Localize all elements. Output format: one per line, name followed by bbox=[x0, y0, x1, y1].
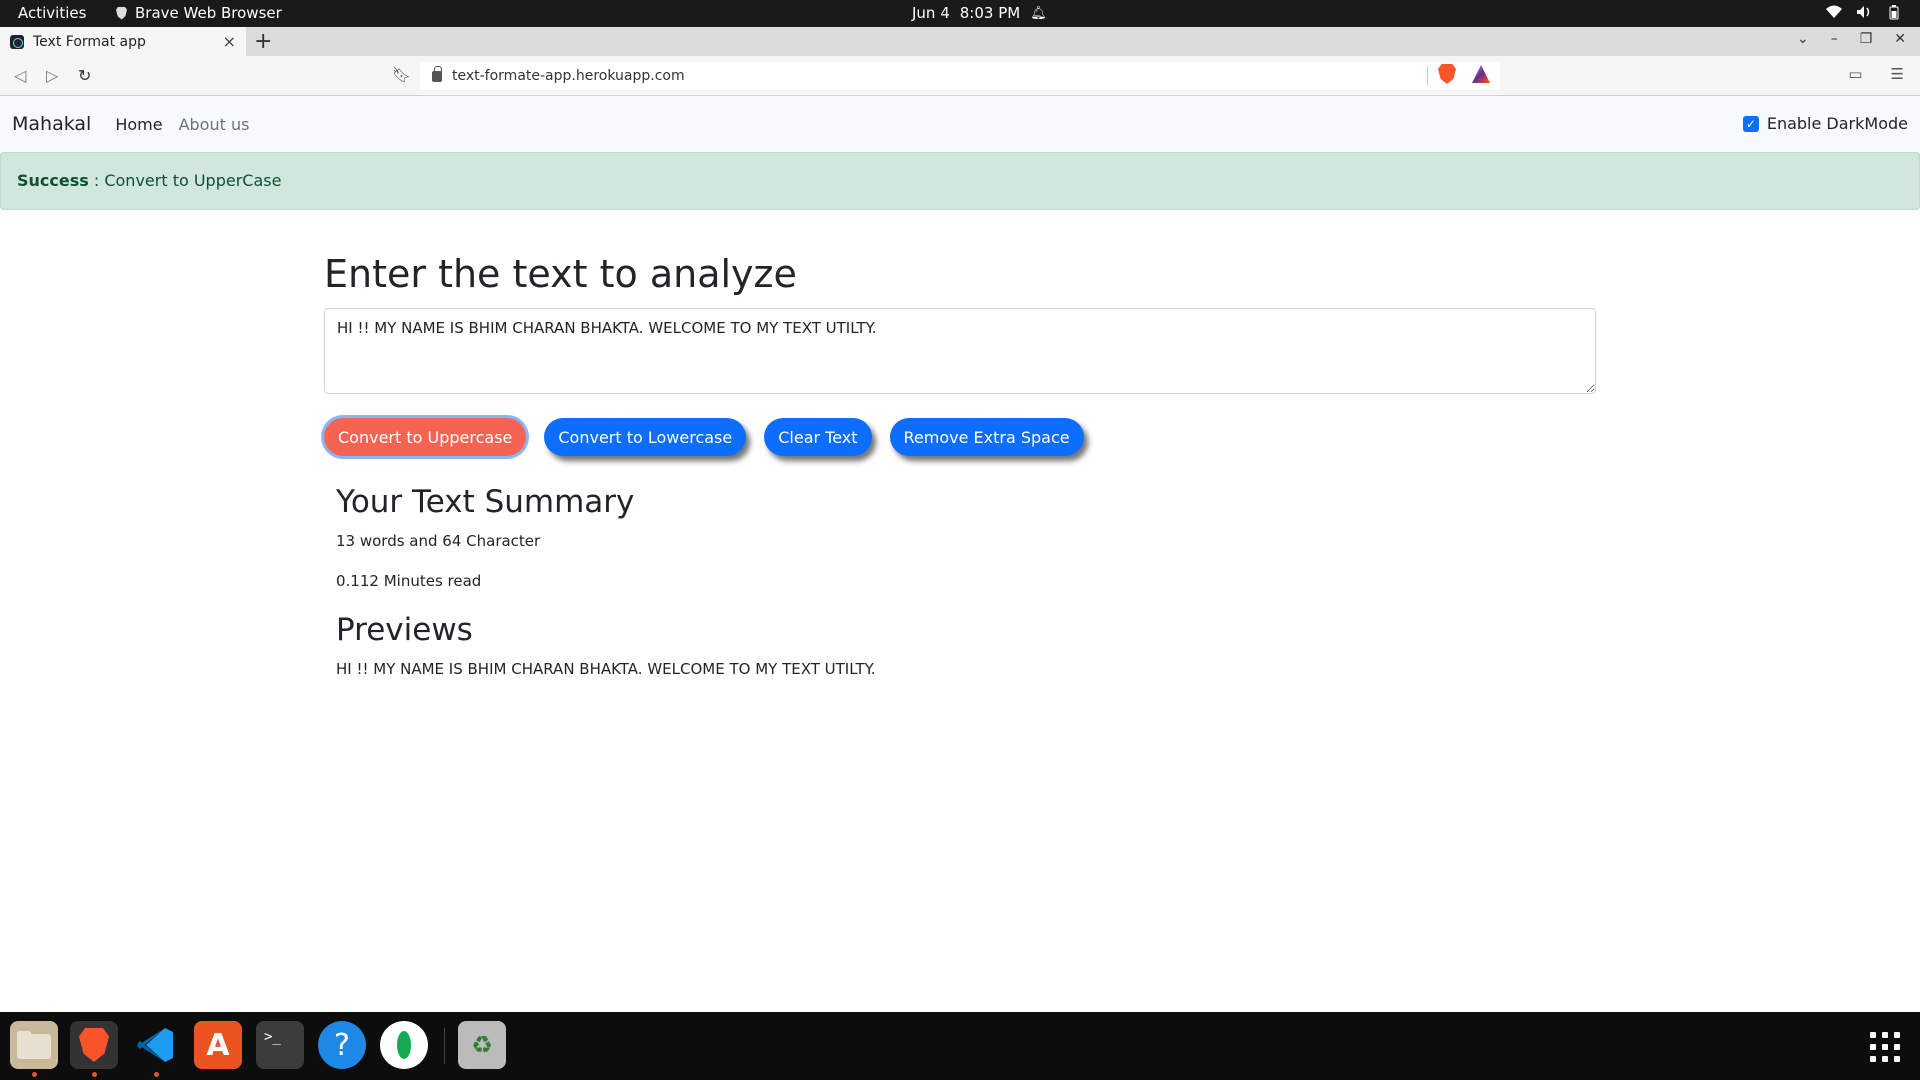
nav-link-about[interactable]: About us bbox=[179, 115, 250, 134]
preview-text: HI !! MY NAME IS BHIM CHARAN BHAKTA. WEL… bbox=[336, 660, 876, 678]
minimize-icon[interactable]: – bbox=[1831, 31, 1838, 47]
word-char-count: 13 words and 64 Character bbox=[336, 532, 541, 550]
dock-separator bbox=[444, 1028, 445, 1064]
dark-mode-checkbox[interactable]: ✓ bbox=[1742, 115, 1759, 132]
lock-icon bbox=[432, 65, 442, 82]
alert-type: Success bbox=[17, 171, 89, 190]
browser-toolbar: ◁ ▷ ↻ 🔖︎ text-formate-app.herokuapp.com … bbox=[0, 56, 1920, 96]
url-text: text-formate-app.herokuapp.com bbox=[452, 68, 685, 84]
convert-uppercase-button[interactable]: Convert to Uppercase bbox=[324, 418, 527, 456]
maximize-icon[interactable]: ❐ bbox=[1860, 31, 1873, 47]
back-icon[interactable]: ◁ bbox=[14, 66, 26, 85]
activities-button[interactable]: Activities bbox=[18, 4, 86, 22]
tab-search-icon[interactable]: ⌄ bbox=[1797, 31, 1809, 47]
mongodb-compass-icon[interactable] bbox=[380, 1021, 428, 1069]
battery-icon bbox=[1886, 4, 1902, 20]
wifi-icon bbox=[1826, 4, 1842, 20]
wallet-icon[interactable]: ▭ bbox=[1848, 65, 1862, 83]
nav-link-home[interactable]: Home bbox=[115, 115, 162, 134]
page-title: Enter the text to analyze bbox=[324, 252, 797, 296]
files-icon[interactable] bbox=[10, 1021, 58, 1069]
running-indicator bbox=[32, 1072, 37, 1077]
app-navbar: Mahakal Home About us ✓ Enable DarkMode bbox=[0, 96, 1920, 152]
react-favicon-icon bbox=[10, 34, 24, 49]
running-indicator bbox=[92, 1072, 97, 1077]
reload-icon[interactable]: ↻ bbox=[78, 66, 91, 85]
alert-separator: : bbox=[88, 171, 105, 190]
text-input[interactable] bbox=[324, 308, 1596, 394]
action-buttons: Convert to Uppercase Convert to Lowercas… bbox=[324, 418, 1596, 456]
bookmark-icon[interactable]: 🔖︎ bbox=[392, 66, 411, 84]
alert-message: Convert to UpperCase bbox=[104, 171, 282, 190]
summary-heading: Your Text Summary bbox=[336, 484, 635, 520]
read-time: 0.112 Minutes read bbox=[336, 572, 482, 590]
text-summary: Your Text Summary 13 words and 64 Charac… bbox=[336, 484, 1596, 678]
tab-close-icon[interactable]: × bbox=[223, 32, 236, 51]
taskbar-dock: A >_ ? ♻ bbox=[0, 1012, 1920, 1080]
app-name-label: Brave Web Browser bbox=[135, 4, 282, 22]
system-tray[interactable] bbox=[1826, 4, 1902, 20]
window-controls: ⌄ – ❐ ✕ bbox=[1797, 31, 1906, 47]
notification-bell-icon: 🔔︎ bbox=[1030, 5, 1047, 21]
new-tab-button[interactable]: + bbox=[254, 29, 272, 54]
main-container: Enter the text to analyze Convert to Upp… bbox=[324, 252, 1596, 700]
terminal-icon[interactable]: >_ bbox=[256, 1021, 304, 1069]
tab-text-format-app[interactable]: Text Format app × bbox=[0, 27, 246, 56]
convert-lowercase-button[interactable]: Convert to Lowercase bbox=[544, 418, 747, 456]
dark-mode-toggle[interactable]: ✓ Enable DarkMode bbox=[1742, 114, 1908, 133]
toolbar-divider bbox=[1427, 66, 1428, 86]
forward-icon[interactable]: ▷ bbox=[46, 66, 58, 85]
address-bar[interactable]: text-formate-app.herokuapp.com bbox=[420, 62, 1500, 90]
dark-mode-label: Enable DarkMode bbox=[1766, 114, 1908, 133]
toolbar-right: ▭ ☰ bbox=[1848, 65, 1904, 83]
app-menu[interactable]: Brave Web Browser bbox=[116, 4, 282, 22]
help-icon[interactable]: ? bbox=[318, 1021, 366, 1069]
preview-heading: Previews bbox=[336, 612, 473, 648]
menu-icon[interactable]: ☰ bbox=[1891, 65, 1904, 83]
vscode-icon[interactable] bbox=[132, 1021, 180, 1069]
volume-icon bbox=[1856, 4, 1872, 20]
success-alert: Success : Convert to UpperCase bbox=[0, 152, 1920, 210]
system-top-bar: Activities Brave Web Browser Jun 4 8:03 … bbox=[0, 0, 1920, 27]
brave-small-icon bbox=[116, 6, 127, 20]
running-indicator bbox=[154, 1072, 159, 1077]
remove-extra-space-button[interactable]: Remove Extra Space bbox=[889, 418, 1084, 456]
time-label: 8:03 PM bbox=[959, 4, 1021, 22]
show-applications-icon[interactable] bbox=[1870, 1032, 1900, 1062]
tab-bar: Text Format app × + ⌄ – ❐ ✕ bbox=[0, 27, 1920, 56]
date-label: Jun 4 bbox=[912, 4, 950, 22]
tab-title: Text Format app bbox=[33, 33, 146, 50]
clock[interactable]: Jun 4 8:03 PM 🔔︎ bbox=[912, 4, 1047, 22]
close-window-icon[interactable]: ✕ bbox=[1894, 31, 1906, 47]
brand-link[interactable]: Mahakal bbox=[12, 113, 91, 135]
trash-icon[interactable]: ♻ bbox=[458, 1021, 506, 1069]
clear-text-button[interactable]: Clear Text bbox=[764, 418, 872, 456]
app-center-icon[interactable]: A bbox=[194, 1021, 242, 1069]
brave-icon[interactable] bbox=[70, 1021, 118, 1069]
